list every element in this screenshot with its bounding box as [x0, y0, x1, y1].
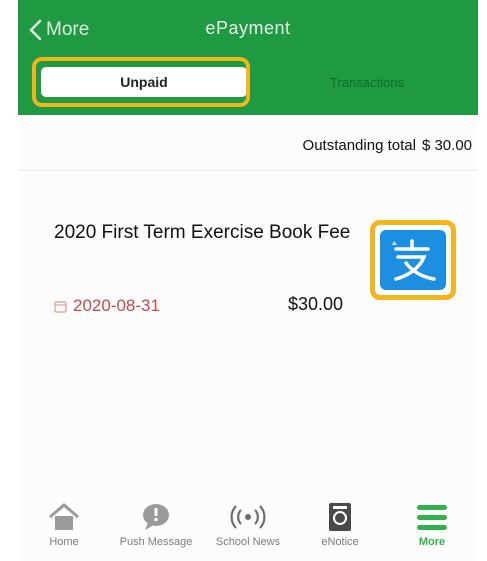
menu-icon: [415, 500, 449, 534]
tabbar-label-home: Home: [49, 536, 79, 548]
calendar-icon: [54, 300, 67, 313]
home-icon: [47, 500, 81, 534]
due-date-value: 2020-08-31: [73, 296, 160, 315]
tabbar-label-more: More: [418, 536, 446, 548]
tabbar-item-more[interactable]: More: [386, 500, 478, 561]
highlight-ring: [32, 57, 250, 107]
tabbar-item-home[interactable]: Home: [18, 500, 110, 561]
fee-title: 2020 First Term Exercise Book Fee: [54, 222, 351, 243]
outstanding-amount: $ 30.00: [421, 137, 472, 154]
tabbar-label-enotice: eNotice: [321, 536, 359, 548]
tab-transactions[interactable]: Transactions: [256, 57, 478, 107]
notice-icon: [327, 500, 353, 534]
tab-unpaid[interactable]: Unpaid: [32, 57, 256, 107]
tabbar-item-enotice[interactable]: eNotice: [294, 500, 386, 561]
tabbar-item-push-message[interactable]: Push Message: [110, 500, 202, 561]
tabbar-label-school-news: School News: [215, 536, 281, 548]
broadcast-icon: [230, 500, 266, 534]
tab-transactions-label: Transactions: [330, 74, 404, 90]
tabbar-item-school-news[interactable]: School News: [202, 500, 294, 561]
alipay-icon: [380, 230, 446, 290]
fee-amount: $30.00: [288, 294, 344, 314]
alipay-button[interactable]: [370, 220, 456, 300]
tabbar-label-push-message: Push Message: [119, 536, 193, 548]
due-date: 2020-08-31: [54, 296, 160, 316]
header-bar: More ePayment Unpaid Transactions: [18, 0, 478, 115]
app-screen: More ePayment Unpaid Transactions Outsta…: [18, 0, 478, 561]
page-title: ePayment: [205, 18, 291, 38]
message-icon: [140, 500, 172, 534]
divider: [18, 170, 478, 171]
bottom-tab-bar: Home Push Message School News eNotice Mo…: [18, 500, 478, 561]
outstanding-label: Outstanding total: [302, 137, 416, 154]
outstanding-total: Outstanding total $ 30.00: [303, 137, 472, 154]
